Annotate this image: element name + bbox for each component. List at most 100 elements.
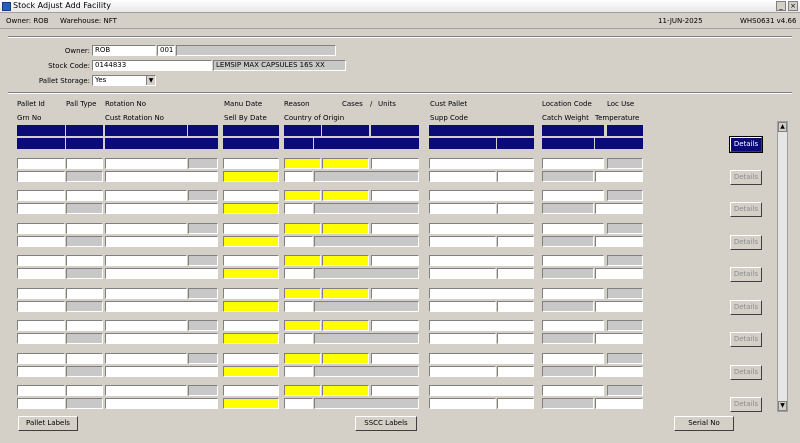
record-field[interactable] bbox=[66, 385, 103, 396]
record-field[interactable] bbox=[105, 236, 218, 247]
record-field[interactable] bbox=[105, 203, 218, 214]
record-field[interactable] bbox=[223, 301, 279, 312]
vertical-scrollbar[interactable]: ▲ ▼ bbox=[777, 121, 788, 412]
record-field[interactable] bbox=[284, 301, 313, 312]
record-field[interactable] bbox=[429, 366, 496, 377]
owner-code-field[interactable]: 001 bbox=[157, 45, 175, 56]
record-field[interactable] bbox=[105, 320, 187, 331]
details-button[interactable]: Details bbox=[730, 365, 762, 380]
record-field[interactable] bbox=[429, 190, 534, 201]
record-field[interactable] bbox=[223, 385, 279, 396]
record-field[interactable] bbox=[595, 366, 643, 377]
record-field[interactable] bbox=[17, 158, 65, 169]
record-field[interactable] bbox=[66, 223, 103, 234]
details-button[interactable]: Details bbox=[730, 332, 762, 347]
record-field[interactable] bbox=[223, 353, 279, 364]
sscc-labels-button[interactable]: SSCC Labels bbox=[355, 416, 417, 431]
record-field[interactable] bbox=[497, 398, 534, 409]
record-field[interactable] bbox=[105, 255, 187, 266]
record-field[interactable] bbox=[371, 353, 419, 364]
record-field[interactable] bbox=[66, 190, 103, 201]
record-field[interactable] bbox=[595, 333, 643, 344]
owner-field[interactable]: ROB bbox=[92, 45, 156, 56]
minimize-button[interactable]: _ bbox=[776, 1, 786, 11]
record-field[interactable] bbox=[105, 158, 187, 169]
record-field[interactable] bbox=[371, 223, 419, 234]
record-field[interactable] bbox=[497, 333, 534, 344]
record-field[interactable] bbox=[322, 385, 369, 396]
record-field[interactable] bbox=[429, 288, 534, 299]
record-field[interactable] bbox=[284, 288, 321, 299]
record-field[interactable] bbox=[66, 353, 103, 364]
record-field[interactable] bbox=[223, 171, 279, 182]
record-field[interactable] bbox=[17, 366, 65, 377]
record-field[interactable] bbox=[322, 288, 369, 299]
record-field[interactable] bbox=[429, 125, 534, 136]
record-field[interactable] bbox=[284, 366, 313, 377]
record-field[interactable] bbox=[105, 138, 218, 149]
record-field[interactable] bbox=[17, 223, 65, 234]
record-field[interactable] bbox=[17, 353, 65, 364]
scroll-up-icon[interactable]: ▲ bbox=[778, 122, 787, 132]
details-button[interactable]: Details bbox=[729, 136, 763, 153]
record-field[interactable] bbox=[497, 268, 534, 279]
record-field[interactable] bbox=[322, 255, 369, 266]
record-field[interactable] bbox=[429, 158, 534, 169]
record-field[interactable] bbox=[371, 385, 419, 396]
record-field[interactable] bbox=[66, 125, 103, 136]
record-field[interactable] bbox=[322, 158, 369, 169]
record-field[interactable] bbox=[223, 255, 279, 266]
record-field[interactable] bbox=[223, 138, 279, 149]
record-field[interactable] bbox=[17, 236, 65, 247]
record-field[interactable] bbox=[429, 353, 534, 364]
record-field[interactable] bbox=[223, 190, 279, 201]
record-field[interactable] bbox=[595, 398, 643, 409]
record-field[interactable] bbox=[429, 398, 496, 409]
record-field[interactable] bbox=[284, 398, 313, 409]
record-field[interactable] bbox=[105, 353, 187, 364]
record-field[interactable] bbox=[223, 203, 279, 214]
details-button[interactable]: Details bbox=[730, 170, 762, 185]
record-field[interactable] bbox=[66, 320, 103, 331]
record-field[interactable] bbox=[105, 223, 187, 234]
record-field[interactable] bbox=[17, 301, 65, 312]
record-field[interactable] bbox=[284, 171, 313, 182]
record-field[interactable] bbox=[223, 236, 279, 247]
record-field[interactable] bbox=[497, 236, 534, 247]
record-field[interactable] bbox=[223, 333, 279, 344]
record-field[interactable] bbox=[284, 203, 313, 214]
record-field[interactable] bbox=[17, 288, 65, 299]
record-field[interactable] bbox=[284, 190, 321, 201]
record-field[interactable] bbox=[17, 385, 65, 396]
record-field[interactable] bbox=[429, 333, 496, 344]
record-field[interactable] bbox=[17, 203, 65, 214]
record-field[interactable] bbox=[105, 268, 218, 279]
record-field[interactable] bbox=[595, 236, 643, 247]
record-field[interactable] bbox=[542, 158, 604, 169]
details-button[interactable]: Details bbox=[730, 267, 762, 282]
serial-no-button[interactable]: Serial No bbox=[674, 416, 734, 431]
record-field[interactable] bbox=[223, 288, 279, 299]
record-field[interactable] bbox=[542, 288, 604, 299]
record-field[interactable] bbox=[322, 223, 369, 234]
record-field[interactable] bbox=[223, 398, 279, 409]
record-field[interactable] bbox=[497, 366, 534, 377]
record-field[interactable] bbox=[284, 353, 321, 364]
record-field[interactable] bbox=[322, 190, 369, 201]
record-field[interactable] bbox=[322, 320, 369, 331]
record-field[interactable] bbox=[17, 190, 65, 201]
record-field[interactable] bbox=[284, 320, 321, 331]
record-field[interactable] bbox=[371, 158, 419, 169]
scroll-down-icon[interactable]: ▼ bbox=[778, 401, 787, 411]
record-field[interactable] bbox=[371, 190, 419, 201]
record-field[interactable] bbox=[105, 171, 218, 182]
record-field[interactable] bbox=[595, 203, 643, 214]
record-field[interactable] bbox=[371, 255, 419, 266]
record-field[interactable] bbox=[429, 236, 496, 247]
details-button[interactable]: Details bbox=[730, 235, 762, 250]
close-button[interactable]: × bbox=[788, 1, 798, 11]
record-field[interactable] bbox=[284, 385, 321, 396]
record-field[interactable] bbox=[497, 203, 534, 214]
record-field[interactable] bbox=[284, 223, 321, 234]
pallet-labels-button[interactable]: Pallet Labels bbox=[18, 416, 78, 431]
